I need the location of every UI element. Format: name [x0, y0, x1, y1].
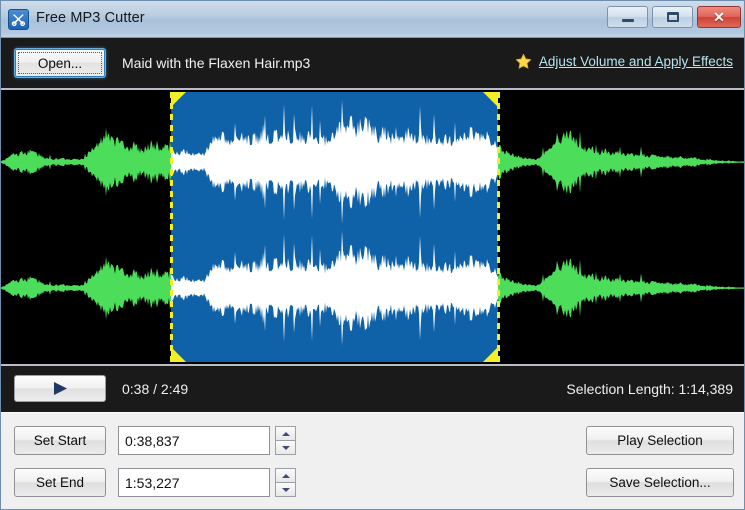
toolbar: Open... Maid with the Flaxen Hair.mp3 Ad… — [1, 38, 744, 88]
scissors-icon — [8, 9, 29, 30]
close-icon: ✕ — [713, 9, 725, 25]
open-button-label: Open... — [37, 55, 83, 71]
set-start-button[interactable]: Set Start — [14, 426, 106, 455]
open-button[interactable]: Open... — [14, 48, 106, 78]
set-start-label: Set Start — [33, 433, 87, 448]
selection-length-label: Selection Length: 1:14,389 — [566, 381, 733, 397]
end-time-spinner[interactable]: 1:53,227 — [118, 468, 298, 497]
play-button[interactable] — [14, 375, 106, 402]
selection-region[interactable] — [171, 92, 498, 362]
app-window: Free MP3 Cutter ✕ Open... Maid with the … — [0, 0, 745, 510]
spinner-up-icon — [281, 473, 290, 478]
play-triangle-icon — [53, 382, 67, 395]
start-spinner-buttons[interactable] — [275, 426, 296, 455]
play-selection-label: Play Selection — [617, 433, 703, 448]
set-end-button[interactable]: Set End — [14, 468, 106, 497]
play-selection-button[interactable]: Play Selection — [586, 426, 734, 455]
set-end-label: Set End — [35, 475, 85, 490]
end-spinner-buttons[interactable] — [275, 468, 296, 497]
controls-panel: Set Start Set End 0:38,837 1:53,227 Play… — [1, 412, 744, 509]
start-spinner-down[interactable] — [275, 441, 296, 455]
spinner-down-icon — [281, 487, 290, 492]
waveform-display[interactable] — [1, 88, 745, 364]
save-selection-button[interactable]: Save Selection... — [586, 468, 734, 497]
window-controls: ✕ — [607, 6, 741, 28]
spinner-down-icon — [281, 445, 290, 450]
start-spinner-up[interactable] — [275, 426, 296, 441]
maximize-icon — [666, 12, 679, 22]
end-spinner-down[interactable] — [275, 483, 296, 497]
effects-link-group[interactable]: Adjust Volume and Apply Effects — [515, 53, 733, 70]
maximize-button[interactable] — [652, 6, 693, 28]
end-time-input[interactable]: 1:53,227 — [118, 468, 270, 497]
minimize-button[interactable] — [607, 6, 648, 28]
loaded-filename: Maid with the Flaxen Hair.mp3 — [122, 55, 311, 71]
spinner-up-icon — [281, 431, 290, 436]
adjust-volume-effects-link[interactable]: Adjust Volume and Apply Effects — [539, 54, 733, 69]
close-button[interactable]: ✕ — [697, 6, 741, 28]
waveform-canvas[interactable] — [1, 90, 745, 364]
save-selection-label: Save Selection... — [609, 475, 711, 490]
minimize-icon — [621, 19, 634, 22]
window-title: Free MP3 Cutter — [36, 10, 145, 26]
transport-bar: 0:38 / 2:49 Selection Length: 1:14,389 — [1, 364, 744, 412]
start-time-input[interactable]: 0:38,837 — [118, 426, 270, 455]
end-spinner-up[interactable] — [275, 468, 296, 483]
title-bar: Free MP3 Cutter ✕ — [1, 1, 744, 38]
time-display: 0:38 / 2:49 — [122, 381, 189, 397]
star-icon — [515, 53, 532, 69]
start-time-spinner[interactable]: 0:38,837 — [118, 426, 298, 455]
